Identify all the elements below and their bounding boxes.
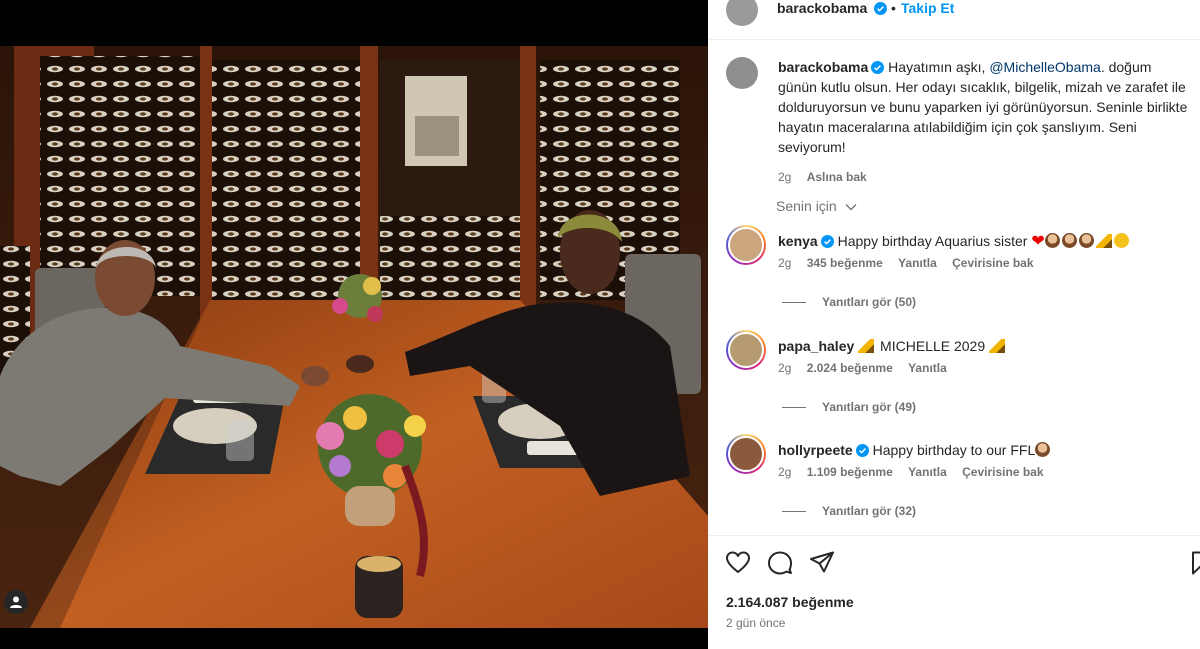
verified-badge-icon bbox=[820, 235, 834, 248]
comment-body: kenya Happy birthday Aquarius sister ❤ bbox=[778, 231, 1188, 252]
comment-like-count[interactable]: 345 beğenme bbox=[807, 256, 883, 270]
translate-link[interactable]: Çevirisine bak bbox=[952, 256, 1033, 270]
post-media-pane bbox=[0, 0, 708, 649]
photo-illustration bbox=[0, 46, 708, 628]
comment-text: MICHELLE 2029 bbox=[880, 338, 986, 354]
commenter-avatar-ring[interactable] bbox=[726, 225, 766, 265]
user-tag-icon bbox=[10, 596, 22, 608]
author-avatar[interactable] bbox=[726, 0, 758, 26]
view-replies-button[interactable]: Yanıtları gör (32) bbox=[782, 504, 916, 518]
commenter-avatar-ring[interactable] bbox=[726, 330, 766, 370]
view-replies-label: Yanıtları gör (49) bbox=[822, 400, 917, 414]
caption-text-before: Hayatımın aşkı, bbox=[888, 59, 986, 75]
view-replies-label: Yanıtları gör (50) bbox=[822, 295, 917, 309]
post-actions-bar: 2.164.087 beğenme 2 gün önce bbox=[708, 535, 1200, 649]
comment-like-count[interactable]: 1.109 beğenme bbox=[807, 465, 893, 479]
verified-badge-icon bbox=[874, 2, 888, 15]
replies-divider bbox=[782, 406, 806, 408]
commenter-username[interactable]: hollyrpeete bbox=[778, 442, 853, 458]
post-header: barackobama • Takip Et bbox=[708, 0, 1200, 40]
caption-text: barackobama Hayatımın aşkı, @MichelleOba… bbox=[778, 57, 1190, 185]
cake-emoji bbox=[1078, 233, 1094, 248]
reply-button[interactable]: Yanıtla bbox=[908, 361, 947, 375]
post-sidebar: barackobama • Takip Et barackobama Hayat… bbox=[708, 0, 1200, 649]
comment-sort-label: Senin için bbox=[776, 198, 837, 214]
commenter-avatar-ring[interactable] bbox=[726, 434, 766, 474]
chevron-down-icon bbox=[845, 204, 857, 211]
caption-mention-link[interactable]: @MichelleObama bbox=[989, 59, 1100, 75]
party-popper-emoji bbox=[1095, 234, 1112, 248]
party-popper-emoji bbox=[989, 339, 1005, 353]
view-replies-button[interactable]: Yanıtları gör (49) bbox=[782, 400, 916, 414]
speech-bubble-icon[interactable] bbox=[767, 550, 793, 576]
user-tag-button[interactable] bbox=[4, 590, 28, 614]
comment-body: hollyrpeete Happy birthday to our FFL bbox=[778, 440, 1188, 460]
comment-sort-dropdown[interactable]: Senin için bbox=[776, 198, 857, 214]
heart-outline-icon[interactable] bbox=[725, 550, 751, 576]
cake-emoji bbox=[1044, 233, 1060, 248]
comment-meta: 2g 2.024 beğenme Yanıtla bbox=[778, 360, 1188, 376]
heart-emoji: ❤ bbox=[1031, 233, 1045, 250]
verified-badge-icon bbox=[871, 61, 885, 74]
comment-body: papa_haley MICHELLE 2029 bbox=[778, 336, 1188, 356]
commenter-username[interactable]: kenya bbox=[778, 233, 818, 249]
commenter-username[interactable]: papa_haley bbox=[778, 338, 854, 354]
comment-like-count[interactable]: 2.024 beğenme bbox=[807, 361, 893, 375]
replies-divider bbox=[782, 510, 806, 512]
header-separator: • bbox=[891, 0, 896, 16]
reply-button[interactable]: Yanıtla bbox=[898, 256, 937, 270]
party-popper-emoji bbox=[858, 339, 875, 353]
reply-button[interactable]: Yanıtla bbox=[908, 465, 947, 479]
commenter-avatar bbox=[728, 436, 764, 472]
cake-emoji bbox=[1035, 442, 1051, 457]
caption-meta: 2g Aslına bak bbox=[778, 169, 1190, 185]
view-replies-button[interactable]: Yanıtları gör (50) bbox=[782, 295, 916, 309]
comment-meta: 2g 1.109 beğenme Yanıtla Çevirisine bak bbox=[778, 464, 1188, 480]
follow-button[interactable]: Takip Et bbox=[901, 0, 954, 16]
commenter-avatar bbox=[728, 332, 764, 368]
cake-emoji bbox=[1061, 233, 1077, 248]
comment-meta: 2g 345 beğenme Yanıtla Çevirisine bak bbox=[778, 255, 1188, 271]
caption-age: 2g bbox=[778, 170, 792, 184]
view-replies-label: Yanıtları gör (32) bbox=[822, 504, 917, 518]
post-date[interactable]: 2 gün önce bbox=[726, 616, 785, 630]
post-like-count[interactable]: 2.164.087 beğenme bbox=[726, 594, 854, 610]
author-username[interactable]: barackobama bbox=[777, 0, 888, 16]
comment-age: 2g bbox=[778, 465, 792, 479]
caption-username[interactable]: barackobama bbox=[778, 59, 868, 75]
caption-author-avatar[interactable] bbox=[726, 57, 758, 89]
verified-badge-icon bbox=[855, 444, 869, 457]
see-translation-link[interactable]: Aslına bak bbox=[807, 170, 867, 184]
translate-link[interactable]: Çevirisine bak bbox=[962, 465, 1043, 479]
paper-plane-icon[interactable] bbox=[809, 550, 835, 576]
comment-age: 2g bbox=[778, 256, 792, 270]
commenter-avatar bbox=[728, 227, 764, 263]
post-photo[interactable] bbox=[0, 46, 708, 628]
comment-text: Happy birthday to our FFL bbox=[872, 442, 1036, 458]
author-username-text[interactable]: barackobama bbox=[777, 0, 867, 16]
party-face-emoji bbox=[1113, 233, 1129, 248]
bookmark-icon[interactable] bbox=[1188, 550, 1200, 576]
replies-divider bbox=[782, 301, 806, 303]
comment-text: Happy birthday Aquarius sister bbox=[837, 233, 1028, 249]
comment-age: 2g bbox=[778, 361, 792, 375]
